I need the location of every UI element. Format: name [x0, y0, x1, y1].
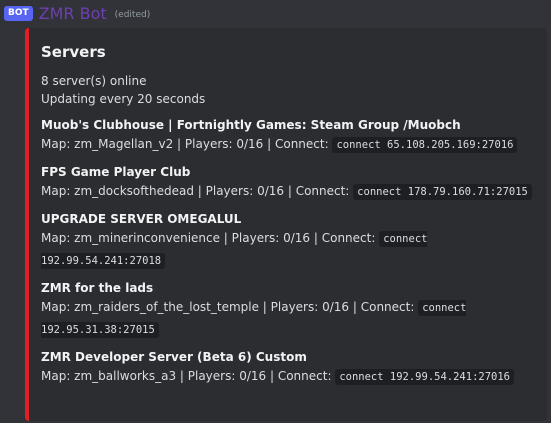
server-details: Map: zm_Magellan_v2 | Players: 0/16 | Co… — [41, 137, 333, 151]
server-info: Map: zm_docksofthedead | Players: 0/16 |… — [41, 181, 535, 203]
server-entry: Muob's Clubhouse | Fortnightly Games: St… — [41, 116, 535, 156]
bot-username[interactable]: ZMR Bot — [39, 4, 107, 23]
embed-title: Servers — [41, 43, 106, 61]
chat-message: BOT ZMR Bot (edited) Servers 8 server(s)… — [0, 0, 551, 423]
server-info: Map: zm_Magellan_v2 | Players: 0/16 | Co… — [41, 134, 535, 156]
server-name: Muob's Clubhouse | Fortnightly Games: St… — [41, 118, 461, 132]
update-interval-text: Updating every 20 seconds — [41, 92, 206, 106]
server-info: Map: zm_minerinconvenience | Players: 0/… — [41, 228, 535, 272]
server-entry: ZMR Developer Server (Beta 6) Custom Map… — [41, 348, 535, 388]
server-details: Map: zm_ballworks_a3 | Players: 0/16 | C… — [41, 369, 336, 383]
server-details: Map: zm_raiders_of_the_lost_temple | Pla… — [41, 300, 419, 314]
server-entry: UPGRADE SERVER OMEGALUL Map: zm_minerinc… — [41, 210, 535, 272]
server-info: Map: zm_ballworks_a3 | Players: 0/16 | C… — [41, 366, 535, 388]
bot-tag-badge: BOT — [4, 5, 33, 21]
connect-command[interactable]: connect 192.99.54.241:27016 — [335, 369, 514, 385]
connect-command[interactable]: connect 178.79.160.71:27015 — [353, 184, 532, 200]
connect-command[interactable]: connect 65.108.205.169:27016 — [332, 137, 518, 153]
server-name: ZMR Developer Server (Beta 6) Custom — [41, 350, 307, 364]
server-details: Map: zm_minerinconvenience | Players: 0/… — [41, 231, 380, 245]
online-count-text: 8 server(s) online — [41, 74, 147, 88]
server-details: Map: zm_docksofthedead | Players: 0/16 |… — [41, 184, 354, 198]
server-list-embed: Servers 8 server(s) online Updating ever… — [25, 28, 547, 421]
server-name: ZMR for the lads — [41, 281, 154, 295]
server-entry: FPS Game Player Club Map: zm_docksofthed… — [41, 163, 535, 203]
server-info: Map: zm_raiders_of_the_lost_temple | Pla… — [41, 297, 535, 341]
server-name: FPS Game Player Club — [41, 165, 191, 179]
message-header: BOT ZMR Bot (edited) — [4, 2, 150, 24]
edited-label: (edited) — [114, 10, 151, 20]
server-name: UPGRADE SERVER OMEGALUL — [41, 212, 242, 226]
embed-description: 8 server(s) online Updating every 20 sec… — [41, 72, 535, 108]
server-entry: ZMR for the lads Map: zm_raiders_of_the_… — [41, 279, 535, 341]
